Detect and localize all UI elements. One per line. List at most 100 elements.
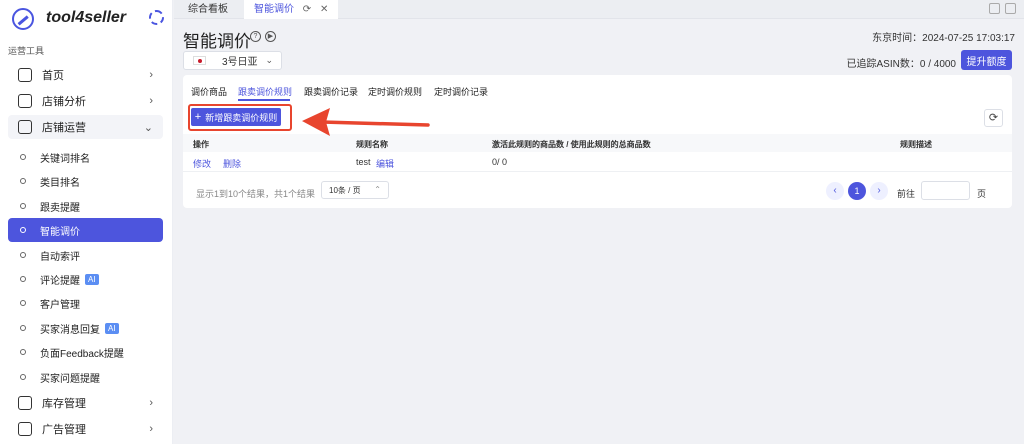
- tab-label: 智能调价: [254, 4, 294, 15]
- upgrade-quota-button[interactable]: 提升额度: [961, 50, 1012, 70]
- trash-icon[interactable]: [989, 3, 1000, 14]
- bullet-icon: [20, 276, 26, 282]
- bullet-icon: [20, 300, 26, 306]
- sidebar-item-home[interactable]: 首页 ›: [8, 63, 163, 87]
- sidebar-subitem-label: 跟卖提醒: [40, 202, 80, 214]
- tab-dashboard[interactable]: 综合看板: [178, 0, 238, 19]
- refresh-button[interactable]: ⟳: [984, 109, 1003, 127]
- chevron-right-icon: ›: [149, 397, 153, 409]
- annotation-arrow: [302, 108, 430, 136]
- subtab-scheduled-rules[interactable]: 定时调价规则: [368, 85, 422, 98]
- bullet-icon: [20, 325, 26, 331]
- tab-smart-repricing[interactable]: 智能调价 ⟳ ✕: [244, 0, 339, 19]
- sidebar-subitem-category-rank[interactable]: 类目排名: [8, 169, 163, 193]
- sidebar-subitem-hijack-alert[interactable]: 跟卖提醒: [8, 194, 163, 218]
- refresh-icon[interactable]: ⟳: [303, 4, 311, 15]
- sub-tabs: 调价商品 跟卖调价规则 跟卖调价记录 定时调价规则 定时调价记录: [183, 75, 1012, 102]
- tab-label: 综合看板: [188, 4, 228, 15]
- close-icon[interactable]: ✕: [320, 4, 328, 15]
- rules-card: 调价商品 跟卖调价规则 跟卖调价记录 定时调价规则 定时调价记录 + 新增跟卖调…: [183, 75, 1012, 208]
- rule-name: test: [356, 157, 371, 167]
- sidebar-subitem-buyer-questions[interactable]: 买家问题提醒: [8, 365, 163, 389]
- sidebar-subitem-smart-repricing[interactable]: 智能调价: [8, 218, 163, 242]
- sidebar-item-shop-analysis[interactable]: 店铺分析 ›: [8, 89, 163, 113]
- sidebar-subitem-customer-mgmt[interactable]: 客户管理: [8, 291, 163, 315]
- chevron-down-icon: ⌄: [265, 55, 273, 65]
- sidebar-subitem-label: 负面Feedback提醒: [40, 348, 124, 360]
- add-button-label: 新增跟卖调价规则: [205, 112, 278, 123]
- sidebar-subitem-label: 买家消息回复: [40, 324, 100, 336]
- table-row: 修改 删除 test 编辑 0/ 0: [183, 152, 1012, 172]
- sidebar-subitem-label: 关键词排名: [40, 153, 90, 165]
- brand[interactable]: tool4seller: [12, 8, 167, 30]
- sidebar-item-label: 店铺分析: [42, 96, 86, 108]
- home-icon: [18, 68, 32, 82]
- plus-icon: +: [194, 111, 202, 123]
- pagination-info: 显示1到10个结果，共1个结果: [196, 189, 316, 199]
- sidebar-subitem-label: 智能调价: [40, 226, 80, 238]
- box-icon: [18, 396, 32, 410]
- prev-page-button[interactable]: ‹: [826, 182, 844, 200]
- japan-flag-icon: [193, 56, 206, 65]
- asin-quota: 已追踪ASIN数：0 / 4000: [846, 59, 956, 70]
- settings-gear-icon[interactable]: [149, 10, 164, 25]
- sidebar-item-label: 首页: [42, 70, 64, 82]
- bullet-icon: [20, 227, 26, 233]
- sidebar: tool4seller 运营工具 首页 › 店铺分析 › 店铺运营 ⌄ 关键词排…: [0, 0, 173, 444]
- sidebar-subitem-negative-feedback[interactable]: 负面Feedback提醒: [8, 340, 163, 364]
- bullet-icon: [20, 374, 26, 380]
- tab-bar: 综合看板 智能调价 ⟳ ✕: [174, 0, 1024, 19]
- page-number[interactable]: 1: [848, 182, 866, 200]
- top-right-icons: [989, 3, 1016, 14]
- bullet-icon: [20, 252, 26, 258]
- logo-icon: [12, 8, 34, 30]
- sidebar-subitem-label: 自动索评: [40, 251, 80, 263]
- sidebar-subitem-label: 评论提醒: [40, 275, 80, 287]
- monitor-icon: [18, 422, 32, 436]
- sidebar-subitem-keyword-rank[interactable]: 关键词排名: [8, 145, 163, 169]
- tokyo-clock: 东京时间：2024-07-25 17:03:17: [872, 33, 1015, 44]
- bullet-icon: [20, 349, 26, 355]
- subtab-hijack-records[interactable]: 跟卖调价记录: [304, 85, 358, 98]
- column-header: 操作: [193, 140, 209, 149]
- chevron-down-icon: ⌃: [374, 185, 381, 194]
- column-header: 规则描述: [900, 140, 932, 149]
- page-title: 智能调价: [183, 32, 251, 51]
- sidebar-subitem-label: 客户管理: [40, 299, 80, 311]
- chevron-right-icon: ›: [149, 423, 153, 435]
- bullet-icon: [20, 203, 26, 209]
- help-icon[interactable]: ?: [250, 31, 261, 42]
- sidebar-item-ads[interactable]: 广告管理 ›: [8, 417, 163, 441]
- rename-rule-link[interactable]: 编辑: [376, 157, 394, 170]
- sidebar-item-shop-operations[interactable]: 店铺运营 ⌄: [8, 115, 163, 139]
- edit-rule-link[interactable]: 修改: [193, 157, 211, 170]
- page-size-select[interactable]: 10条 / 页 ⌃: [321, 181, 389, 199]
- next-page-button[interactable]: ›: [870, 182, 888, 200]
- marketplace-select[interactable]: 3号日亚 ⌄: [183, 51, 282, 70]
- subtab-hijack-rules[interactable]: 跟卖调价规则: [238, 85, 292, 98]
- sidebar-subitem-auto-review[interactable]: 自动索评: [8, 243, 163, 267]
- subtab-scheduled-records[interactable]: 定时调价记录: [434, 85, 488, 98]
- sidebar-subitem-review-alert[interactable]: 评论提醒 AI: [8, 267, 163, 291]
- add-hijack-rule-button[interactable]: + 新增跟卖调价规则: [191, 108, 281, 126]
- bullet-icon: [20, 154, 26, 160]
- subtab-repricing-products[interactable]: 调价商品: [191, 85, 227, 98]
- product-count: 0/ 0: [492, 157, 508, 167]
- ai-badge: AI: [85, 273, 99, 285]
- section-label: 运营工具: [8, 46, 45, 56]
- sidebar-subitem-buyer-message[interactable]: 买家消息回复 AI: [8, 316, 163, 340]
- chart-icon: [18, 94, 32, 108]
- sidebar-subitem-label: 类目排名: [40, 177, 80, 189]
- store-icon: [18, 120, 32, 134]
- title-icons: ? ▶: [250, 31, 276, 42]
- chevron-right-icon: ›: [149, 69, 153, 81]
- history-icon[interactable]: [1005, 3, 1016, 14]
- play-icon[interactable]: ▶: [265, 31, 276, 42]
- chevron-right-icon: ›: [149, 95, 153, 107]
- bullet-icon: [20, 178, 26, 184]
- goto-label: 前往: [897, 189, 916, 199]
- sidebar-item-inventory[interactable]: 库存管理 ›: [8, 391, 163, 415]
- goto-page-input[interactable]: [921, 181, 970, 200]
- delete-rule-link[interactable]: 删除: [223, 157, 241, 170]
- brand-name: tool4seller: [46, 9, 127, 26]
